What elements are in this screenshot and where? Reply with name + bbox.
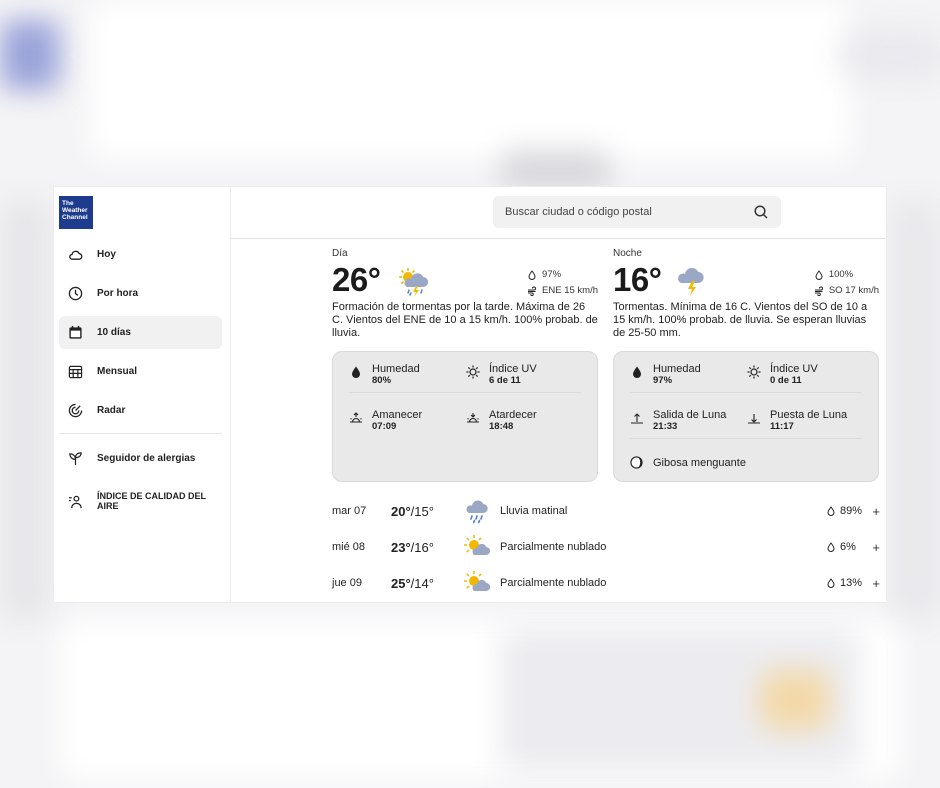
forecast-row[interactable]: mar 07 20°/15° Lluvia matinal 89% +: [332, 493, 880, 529]
thunderstorm-icon: [676, 267, 708, 297]
night-description: Tormentas. Mínima de 16 C. Vientos del S…: [613, 301, 868, 339]
night-details-card: Humedad 97% Índice UV 0 de 11 Salida de Lu…: [613, 351, 879, 482]
top-bar: [231, 187, 886, 239]
day-wind: ENE 15 km/h: [542, 285, 598, 296]
night-summary: Noche 16° 100% SO 17 km/h Tormentas. Mín…: [613, 248, 879, 341]
sun-icon: [747, 365, 761, 379]
moonset-icon: [747, 411, 761, 425]
moon-phase: Gibosa menguante: [630, 456, 746, 469]
forecast-row[interactable]: mié 08 23°/16° Parcialmente nublado 6% +: [332, 529, 880, 565]
moonrise-icon: [630, 411, 644, 425]
day-meta: 97% ENE 15 km/h: [527, 267, 598, 299]
night-moonrise: Salida de Luna 21:33: [630, 409, 726, 433]
night-moonset: Puesta de Luna 11:17: [747, 409, 847, 433]
card-divider: [630, 438, 862, 439]
partly-cloudy-icon: [463, 569, 491, 597]
raindrop-icon: [827, 506, 835, 516]
search-box[interactable]: [493, 196, 781, 228]
forecast-precip: 6%: [826, 541, 868, 553]
forecast-temps: 20°/15°: [391, 503, 434, 519]
forecast-date: mié 08: [332, 541, 366, 553]
humidity-icon: [349, 365, 363, 379]
day-summary: Día 26° 97% ENE 15 km/h Formación de tor…: [332, 248, 598, 341]
rain-icon: [463, 497, 491, 525]
forecast-temps: 23°/16°: [391, 539, 434, 555]
plant-icon: [68, 451, 83, 466]
night-temperature: 16°: [613, 261, 662, 298]
clock-icon: [68, 286, 83, 301]
night-period-label: Noche: [613, 248, 642, 259]
forecast-row[interactable]: jue 09 25°/14° Parcialmente nublado 13% …: [332, 565, 880, 601]
day-period-label: Día: [332, 248, 348, 259]
expand-icon[interactable]: +: [868, 504, 880, 519]
calendar-grid-icon: [68, 364, 83, 379]
calendar-icon: [68, 325, 83, 340]
sidebar-item-air-quality[interactable]: ÍNDICE DE CALIDAD DEL AIRE: [59, 481, 222, 521]
forecast-precip: 13%: [826, 577, 868, 589]
expand-icon[interactable]: +: [868, 540, 880, 555]
moon-phase-icon: [630, 456, 643, 469]
search-input[interactable]: [505, 206, 753, 218]
cloud-icon: [68, 247, 83, 262]
night-humidity: Humedad 97%: [630, 363, 701, 387]
humidity-icon: [630, 365, 644, 379]
forecast-condition: Parcialmente nublado: [500, 577, 607, 589]
forecast-date: jue 09: [332, 577, 362, 589]
forecast-condition: Parcialmente nublado: [500, 541, 607, 553]
wind-icon: [814, 286, 823, 296]
sidebar-item-radar[interactable]: Radar: [59, 394, 222, 427]
sidebar-item-10-dias[interactable]: 10 días: [59, 316, 222, 349]
night-precip: 100%: [828, 269, 854, 280]
nav-divider: [59, 433, 222, 434]
raindrop-icon: [815, 270, 823, 280]
day-temperature: 26°: [332, 261, 381, 298]
day-description: Formación de tormentas por la tarde. Máx…: [332, 301, 598, 339]
raindrop-icon: [528, 270, 536, 280]
day-precip: 97%: [542, 269, 562, 280]
sunset-icon: [466, 411, 480, 425]
sunrise-icon: [349, 411, 363, 425]
forecast-precip: 89%: [826, 505, 868, 517]
air-quality-icon: [68, 494, 83, 509]
sidebar-item-por-hora[interactable]: Por hora: [59, 277, 222, 310]
night-wind: SO 17 km/h: [828, 285, 879, 296]
day-uv-index: Índice UV 6 de 11: [466, 363, 537, 387]
day-humidity: Humedad 80%: [349, 363, 420, 387]
sidebar-item-hoy[interactable]: Hoy: [59, 238, 222, 271]
radar-icon: [68, 403, 83, 418]
night-meta: 100% SO 17 km/h: [814, 267, 879, 299]
day-details-card: Humedad 80% Índice UV 6 de 11 Amanecer 07:0…: [332, 351, 598, 482]
night-uv-index: Índice UV 0 de 11: [747, 363, 818, 387]
sidebar: The Weather Channel Hoy Por hora 10 días…: [54, 187, 231, 602]
day-sunset: Atardecer 18:48: [466, 409, 537, 433]
forecast-date: mar 07: [332, 505, 367, 517]
app-window: The Weather Channel Hoy Por hora 10 días…: [54, 187, 886, 602]
sidebar-item-allergy-tracker[interactable]: Seguidor de alergias: [59, 442, 222, 475]
weather-channel-logo[interactable]: The Weather Channel: [59, 196, 93, 229]
forecast-temps: 25°/14°: [391, 575, 434, 591]
card-divider: [630, 392, 862, 393]
expand-icon[interactable]: +: [868, 576, 880, 591]
day-sunrise: Amanecer 07:09: [349, 409, 422, 433]
card-divider: [349, 392, 581, 393]
sun-icon: [466, 365, 480, 379]
search-icon[interactable]: [753, 204, 769, 220]
wind-icon: [528, 286, 536, 296]
sidebar-nav: Hoy Por hora 10 días Mensual Radar Segui…: [59, 238, 222, 527]
forecast-condition: Lluvia matinal: [500, 505, 568, 517]
raindrop-icon: [827, 542, 835, 552]
sidebar-item-mensual[interactable]: Mensual: [59, 355, 222, 388]
raindrop-icon: [827, 578, 835, 588]
thunderstorm-sun-icon: [398, 267, 430, 297]
partly-cloudy-icon: [463, 533, 491, 561]
